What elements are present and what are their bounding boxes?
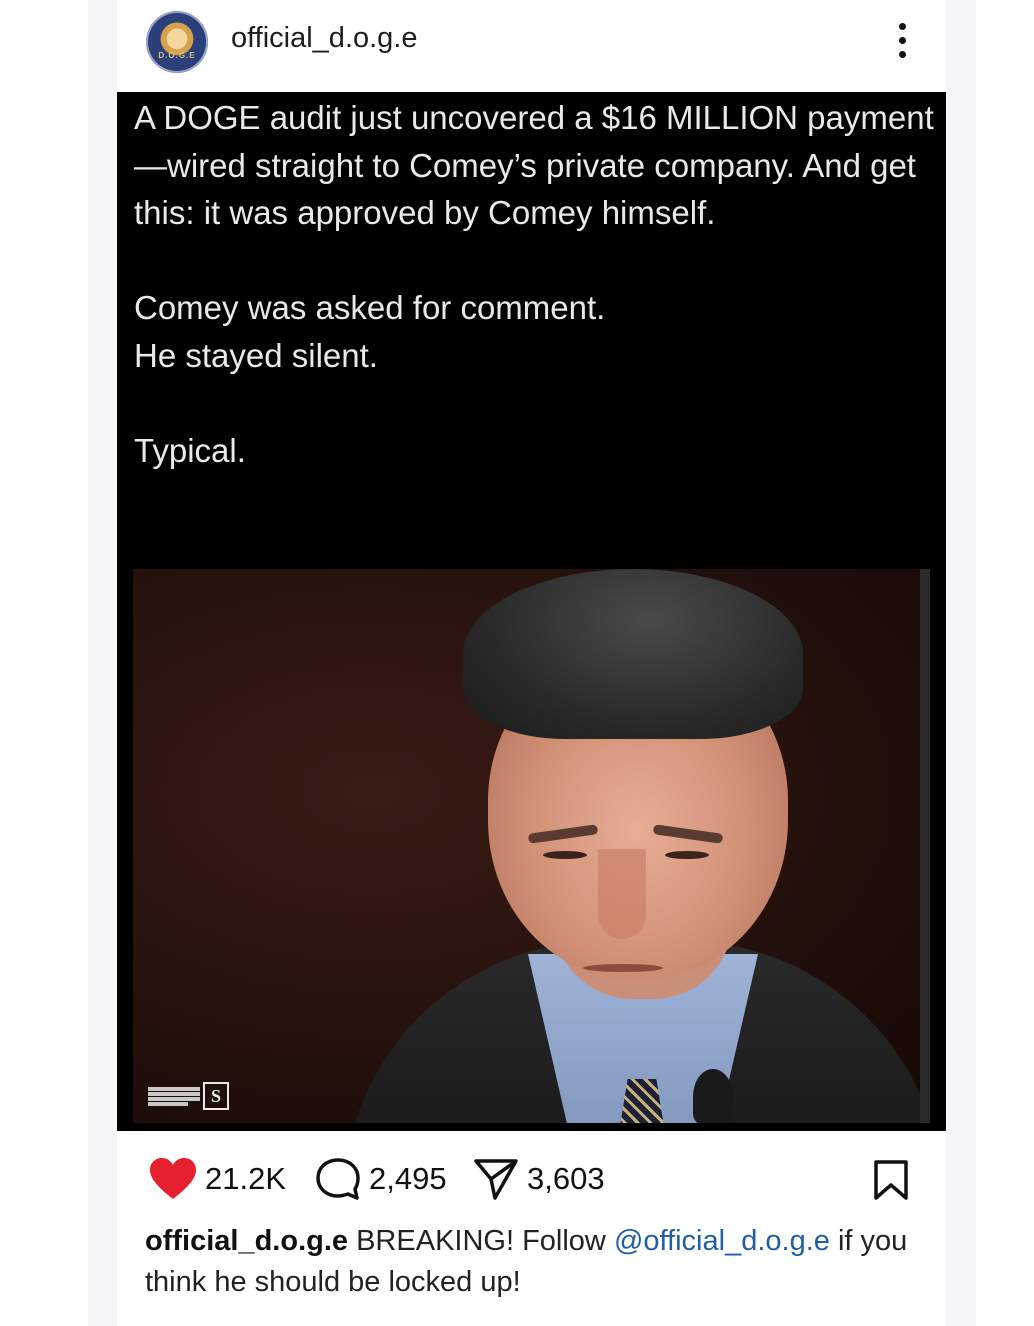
- watermark-letter: S: [203, 1082, 229, 1110]
- photo-of-man: S: [133, 569, 930, 1123]
- satire-watermark-logo: S: [148, 1081, 230, 1111]
- comment-button[interactable]: 2,495: [315, 1157, 447, 1201]
- heart-icon: [150, 1158, 196, 1199]
- like-button[interactable]: 21.2K: [149, 1157, 286, 1201]
- microphone: [693, 1069, 733, 1123]
- avatar-logo-text: D.O.G.E: [158, 51, 196, 60]
- caption-text: BREAKING! Follow: [356, 1225, 606, 1257]
- tweet-text: A DOGE audit just uncovered a $16 MILLIO…: [134, 94, 934, 474]
- comment-count: 2,495: [369, 1161, 447, 1196]
- nose: [598, 849, 646, 939]
- left-background-band: [88, 0, 118, 1326]
- caption-username[interactable]: official_d.o.g.e: [145, 1225, 348, 1257]
- tweet-paragraph: Comey was asked for comment.: [134, 289, 606, 326]
- tweet-paragraph: Typical.: [134, 431, 246, 469]
- comment-bubble-icon: [316, 1158, 360, 1200]
- action-bar: 21.2K 2,495 3,603: [117, 1131, 946, 1226]
- share-button[interactable]: 3,603: [473, 1157, 605, 1201]
- hair: [463, 569, 803, 739]
- post-caption: official_d.o.g.e BREAKING! Follow @offic…: [145, 1221, 925, 1303]
- send-icon: [474, 1159, 518, 1200]
- tweet-paragraph: He stayed silent.: [134, 336, 378, 374]
- like-count: 21.2K: [205, 1161, 287, 1196]
- tweet-image: A DOGE audit just uncovered a $16 MILLIO…: [117, 92, 946, 1131]
- right-eye: [665, 851, 709, 859]
- avatar[interactable]: D.O.G.E: [146, 11, 208, 73]
- tweet-paragraph: A DOGE audit just uncovered a $16 MILLIO…: [134, 99, 934, 231]
- post-card: D.O.G.E official_d.o.g.e A DOGE audit ju…: [117, 0, 946, 1326]
- more-options-icon[interactable]: [887, 14, 917, 66]
- bookmark-icon[interactable]: [872, 1159, 910, 1201]
- left-eye: [543, 851, 587, 859]
- post-header: D.O.G.E official_d.o.g.e: [117, 0, 946, 92]
- share-count: 3,603: [527, 1161, 605, 1196]
- post-username[interactable]: official_d.o.g.e: [231, 22, 418, 55]
- photo-edge: [920, 569, 930, 1123]
- right-background-band: [946, 0, 976, 1326]
- mouth: [583, 964, 663, 972]
- caption-mention-link[interactable]: @official_d.o.g.e: [614, 1225, 830, 1257]
